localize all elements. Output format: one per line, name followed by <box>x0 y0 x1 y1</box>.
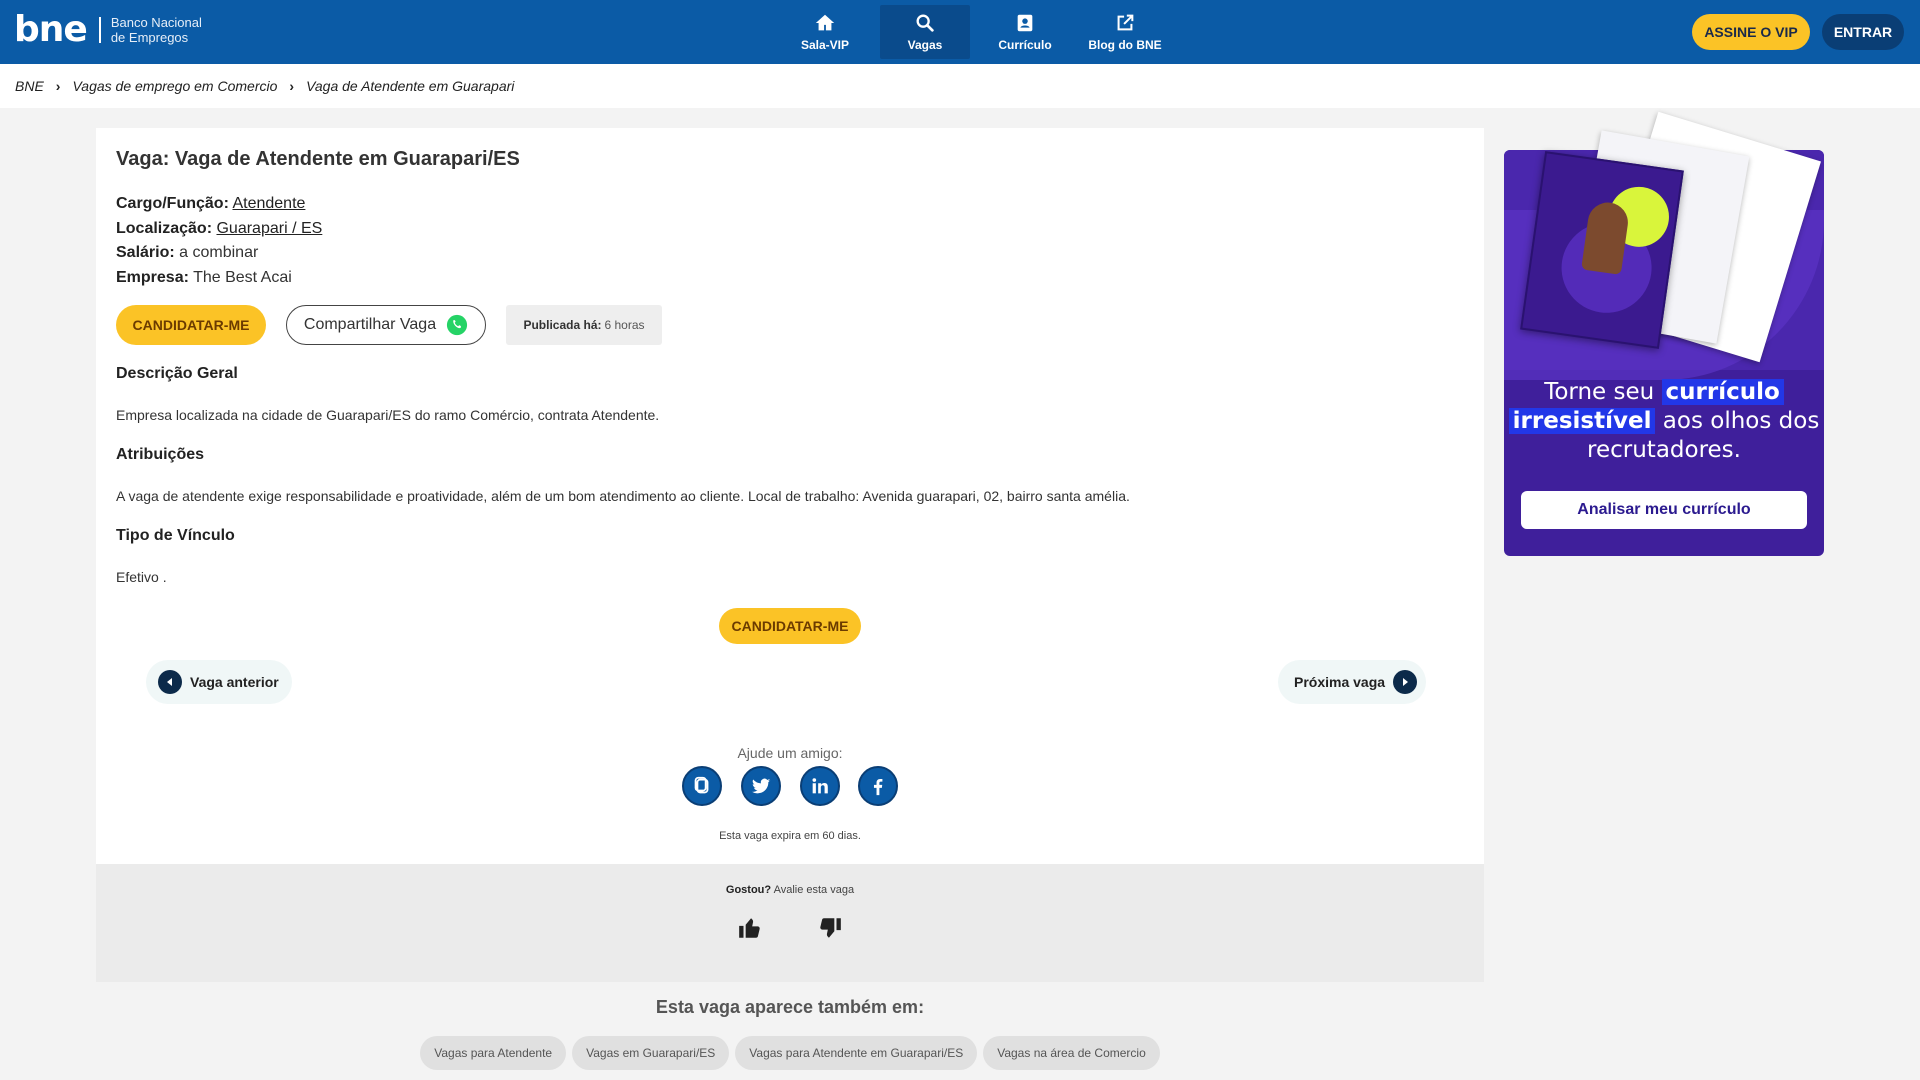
promo-highlight-2: irresistível <box>1508 408 1656 434</box>
empresa-label: Empresa: <box>116 268 189 286</box>
promo-banner[interactable]: Torne seu currículo irresistível aos olh… <box>1504 111 1824 556</box>
report-cover-illustration <box>1520 151 1684 349</box>
promo-headline: Torne seu currículo irresistível aos olh… <box>1504 378 1824 465</box>
search-icon <box>916 14 934 32</box>
published-badge: Publicada há: 6 horas <box>506 305 662 345</box>
nav-curriculo[interactable]: Currículo <box>980 5 1070 59</box>
section-text-vinculo: Efetivo . <box>116 569 167 585</box>
login-button[interactable]: ENTRAR <box>1822 14 1904 50</box>
section-heading-atribuicoes: Atribuições <box>116 446 205 463</box>
previous-job-button[interactable]: Vaga anterior <box>146 660 292 704</box>
related-chip[interactable]: Vagas na área de Comercio <box>983 1036 1160 1070</box>
apply-button-bottom[interactable]: CANDIDATAR-ME <box>719 608 861 644</box>
cargo-row: Cargo/Função: Atendente <box>116 192 322 217</box>
empresa-value: The Best Acai <box>193 268 292 286</box>
breadcrumb: BNE › Vagas de emprego em Comercio › Vag… <box>0 64 1920 108</box>
resume-icon <box>1017 14 1033 32</box>
promo-text-2: aos olhos dos <box>1662 408 1820 434</box>
related-chips: Vagas para Atendente Vagas em Guarapari/… <box>0 1036 1580 1070</box>
rating-question-text: Avalie esta vaga <box>773 884 855 896</box>
subscribe-vip-button[interactable]: ASSINE O VIP <box>1692 14 1810 50</box>
chevron-left-icon <box>158 670 182 694</box>
breadcrumb-home[interactable]: BNE <box>15 78 44 94</box>
salario-row: Salário: a combinar <box>116 241 322 266</box>
top-navbar: bne Banco Nacional de Empregos Sala-VIP … <box>0 0 1920 64</box>
salario-label: Salário: <box>116 244 175 261</box>
facebook-icon <box>873 778 883 796</box>
promo-text-1: Torne seu <box>1544 379 1655 405</box>
share-facebook-button[interactable] <box>858 766 898 806</box>
nav-label-sala-vip: Sala-VIP <box>800 38 850 52</box>
share-label: Compartilhar Vaga <box>303 316 437 333</box>
job-meta: Cargo/Função: Atendente Localização: Gua… <box>116 192 322 290</box>
job-card: Vaga: Vaga de Atendente em Guarapari/ES … <box>96 128 1484 864</box>
nav-blog[interactable]: Blog do BNE <box>1080 5 1170 59</box>
copy-link-button[interactable] <box>682 766 722 806</box>
section-text-descricao: Empresa localizada na cidade de Guarapar… <box>116 407 660 423</box>
nav-sala-vip[interactable]: Sala-VIP <box>780 5 870 59</box>
logo-mark: bne <box>14 9 88 50</box>
whatsapp-icon <box>447 314 468 336</box>
share-twitter-button[interactable] <box>741 766 781 806</box>
empresa-row: Empresa: The Best Acai <box>116 266 322 291</box>
thumbs-up-icon <box>739 918 760 938</box>
local-link[interactable]: Guarapari / ES <box>216 220 322 237</box>
nav-vagas[interactable]: Vagas <box>880 5 970 59</box>
nav-label-blog: Blog do BNE <box>1088 38 1162 52</box>
analyze-resume-button[interactable]: Analisar meu currículo <box>1521 491 1807 529</box>
rating-question-bold: Gostou? <box>725 884 772 896</box>
also-appears-title: Esta vaga aparece também em: <box>655 997 925 1017</box>
related-chip[interactable]: Vagas em Guarapari/ES <box>572 1036 730 1070</box>
local-row: Localização: Guarapari / ES <box>116 217 322 242</box>
linkedin-icon <box>812 778 828 794</box>
share-job-button[interactable]: Compartilhar Vaga <box>286 305 486 345</box>
breadcrumb-category[interactable]: Vagas de emprego em Comercio <box>72 78 277 94</box>
apply-button[interactable]: CANDIDATAR-ME <box>116 305 266 345</box>
nav-label-curriculo: Currículo <box>998 38 1052 52</box>
twitter-icon <box>751 778 771 794</box>
nav-label-vagas: Vagas <box>907 38 943 52</box>
rating-panel: Gostou? Avalie esta vaga <box>96 864 1484 982</box>
chevron-right-icon: › <box>55 78 61 94</box>
published-value: 6 horas <box>604 318 645 332</box>
help-friend-label: Ajude um amigo: <box>737 745 843 761</box>
published-label: Publicada há: <box>523 318 602 332</box>
home-icon <box>815 14 835 31</box>
salario-value: a combinar <box>179 244 259 261</box>
logo-line1: Banco Nacional <box>110 15 202 30</box>
cargo-label: Cargo/Função: <box>116 195 229 212</box>
logo-divider <box>98 17 101 43</box>
next-job-button[interactable]: Próxima vaga <box>1278 660 1426 704</box>
related-chip[interactable]: Vagas para Atendente <box>420 1036 567 1070</box>
promo-text-3: recrutadores. <box>1587 437 1741 463</box>
rating-question: Gostou? Avalie esta vaga <box>96 884 1484 896</box>
bne-logo[interactable]: bne Banco Nacional de Empregos <box>14 12 202 48</box>
section-heading-descricao: Descrição Geral <box>116 365 238 382</box>
chevron-right-icon <box>1393 670 1418 694</box>
expire-notice: Esta vaga expira em 60 dias. <box>719 830 861 842</box>
breadcrumb-current: Vaga de Atendente em Guarapari <box>306 78 515 94</box>
previous-job-label: Vaga anterior <box>190 674 279 690</box>
logo-line2: de Empregos <box>110 30 189 45</box>
main-nav: Sala-VIP Vagas Currículo Blog do BNE <box>780 5 1180 59</box>
section-text-atribuicoes: A vaga de atendente exige responsabilida… <box>116 488 1130 504</box>
external-link-icon <box>1117 14 1134 31</box>
thumbs-down-button[interactable] <box>810 908 850 948</box>
next-job-label: Próxima vaga <box>1294 674 1386 690</box>
share-linkedin-button[interactable] <box>800 766 840 806</box>
logo-text: Banco Nacional de Empregos <box>111 15 202 45</box>
section-heading-vinculo: Tipo de Vínculo <box>116 527 235 544</box>
related-chip[interactable]: Vagas para Atendente em Guarapari/ES <box>735 1036 978 1070</box>
copy-icon <box>694 776 709 794</box>
promo-highlight-1: currículo <box>1661 379 1784 405</box>
thumbs-down-icon <box>820 918 841 938</box>
thumbs-up-button[interactable] <box>730 908 770 948</box>
job-title: Vaga: Vaga de Atendente em Guarapari/ES <box>116 148 520 170</box>
chevron-right-icon: › <box>289 78 295 94</box>
cargo-link[interactable]: Atendente <box>232 195 305 212</box>
local-label: Localização: <box>116 219 213 237</box>
